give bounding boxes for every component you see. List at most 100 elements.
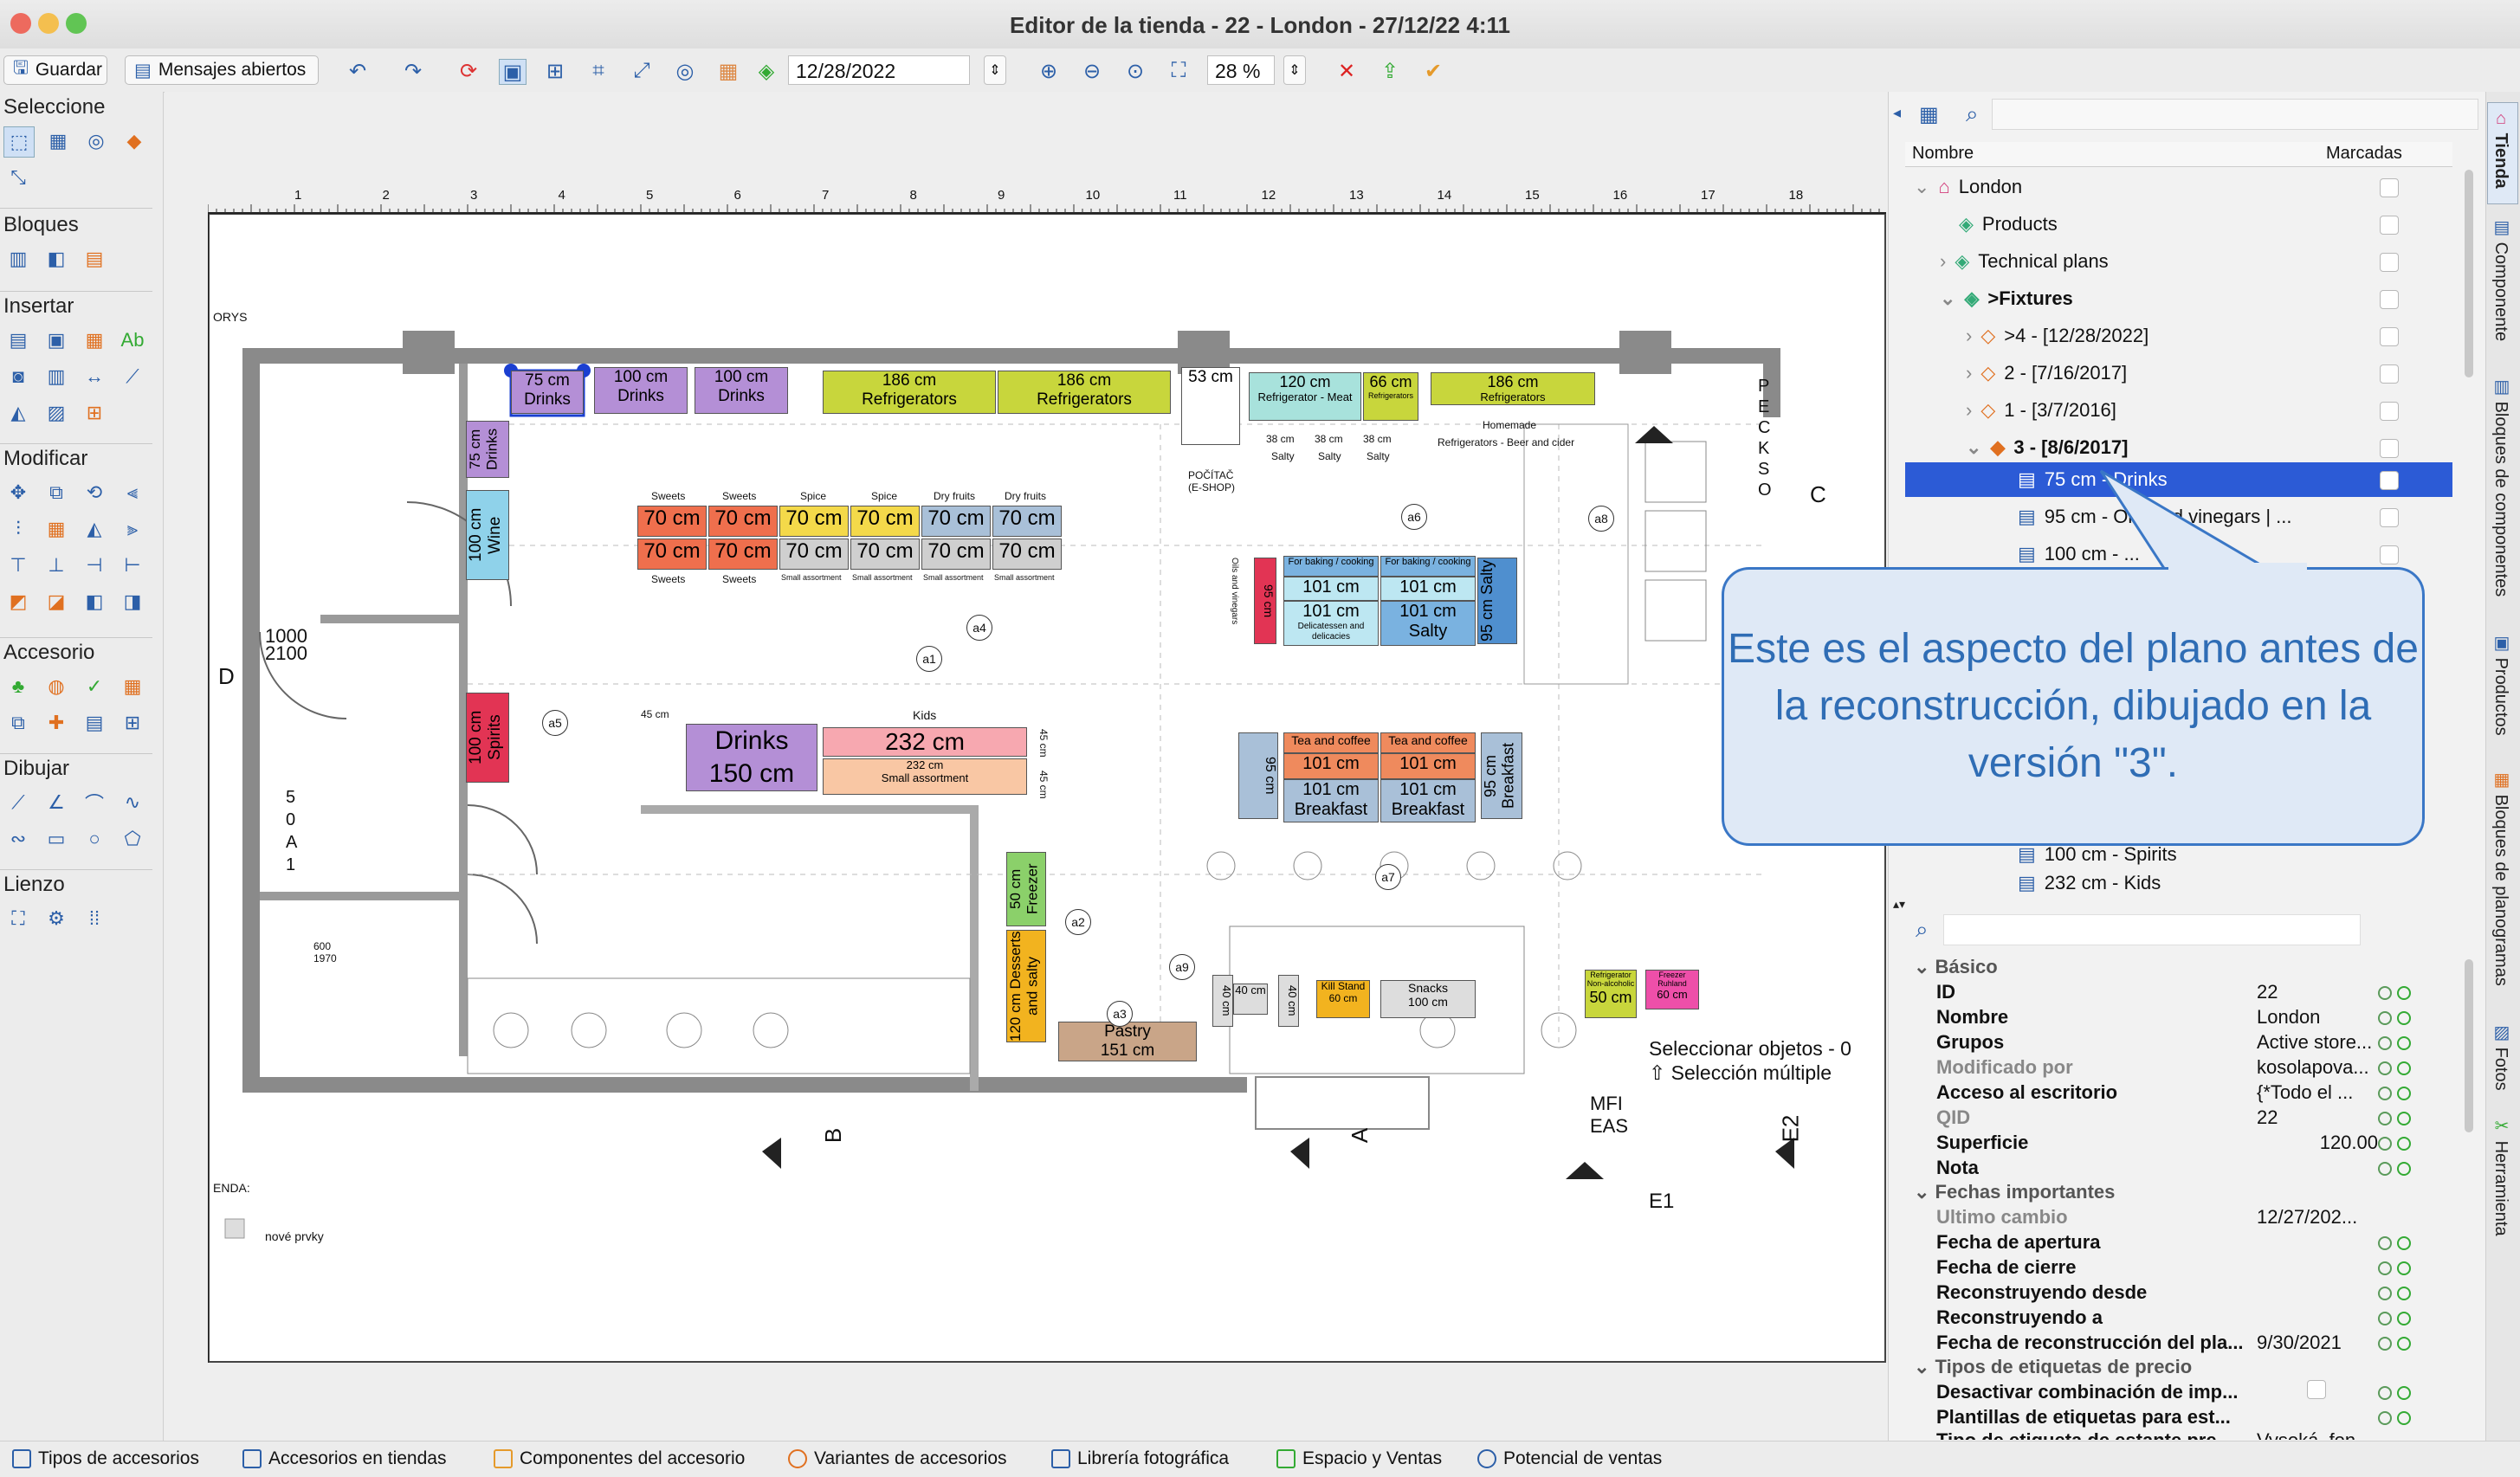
prop-actions[interactable] [2378, 1031, 2430, 1055]
island-cell[interactable]: 70 cm [708, 506, 778, 537]
prop-row[interactable]: Fecha de cierre [1936, 1256, 2434, 1280]
side-tab-tool[interactable]: ✂ Herramienta [2491, 1115, 2511, 1236]
arrange-icon[interactable]: ▦ [42, 514, 71, 544]
fixture-232cm-small-assortment[interactable]: 232 cm Small assortment [823, 758, 1027, 795]
accessory-tree-icon[interactable]: ♣ [3, 672, 33, 701]
check-icon[interactable]: ✔ [1420, 59, 1446, 83]
island-cell[interactable]: 70 cm [921, 506, 991, 537]
export-icon[interactable]: ⇪ [1377, 59, 1403, 83]
baking-shelf[interactable]: 101 cm [1283, 577, 1379, 601]
zoom-field[interactable]: 28 % [1207, 55, 1275, 85]
prop-row[interactable]: Reconstruyendo a [1936, 1306, 2434, 1331]
baking-shelf[interactable]: For baking / cooking [1283, 556, 1379, 577]
align-bottom-icon[interactable]: ⊢ [118, 551, 147, 580]
tree-row-version-1[interactable]: › ◇ 1 - [3/7/2016] [1966, 393, 2116, 428]
tab-fixture-variants[interactable]: Variantes de accesorios [788, 1444, 1007, 1474]
island-cell[interactable]: 70 cm [637, 506, 707, 537]
insert-fixture-icon[interactable]: ▤ [3, 326, 33, 355]
side-tab-photos[interactable]: ▨ Fotos [2491, 1022, 2511, 1091]
move-icon[interactable]: ✥ [3, 478, 33, 507]
snap-icon[interactable]: ⌗ [585, 59, 611, 83]
insert-line-icon[interactable]: ⟋ [118, 362, 147, 391]
collapse-arrow-icon[interactable]: ◂ [1893, 104, 1912, 123]
tree-row-version-3[interactable]: ⌄ ◆ 3 - [8/6/2017] [1966, 430, 2128, 465]
canvas-size-icon[interactable]: ⛶ [3, 904, 33, 933]
panel-splitter[interactable]: ▴▾ [1893, 897, 2482, 911]
canvas-grid-icon[interactable]: ⁞⁞ [80, 904, 109, 933]
prop-row[interactable]: Nota [1936, 1157, 2434, 1181]
side-tab-planogram-blocks[interactable]: ▦ Bloques de planogramas [2491, 769, 2511, 986]
side-tab-products[interactable]: ▣ Productos [2491, 632, 2511, 736]
fixture-53cm[interactable]: 53 cm [1181, 367, 1240, 445]
align-left-icon[interactable]: ⫷ [118, 478, 147, 507]
baking-shelf[interactable]: 101 cm [1380, 577, 1476, 601]
tree-row-232cm-kids[interactable]: ▤ 232 cm - Kids [2018, 872, 2161, 894]
accessory-ring-icon[interactable]: ◍ [42, 672, 71, 701]
accessory-table-icon[interactable]: ⊞ [118, 708, 147, 738]
ungroup-icon[interactable]: ◪ [42, 587, 71, 616]
mark-checkbox[interactable] [2380, 508, 2399, 527]
island-cell[interactable]: 70 cm [779, 506, 849, 537]
select-arrow-icon[interactable]: ⬚ [3, 126, 35, 158]
island-cell[interactable]: 70 cm [850, 506, 920, 537]
fixture-186cm-refrigerators-3[interactable]: 186 cm Refrigerators [1431, 372, 1595, 405]
undo-icon[interactable]: ↶ [345, 59, 371, 83]
tea-shelf[interactable]: 101 cm [1283, 753, 1379, 779]
draw-rectangle-icon[interactable]: ▭ [42, 824, 71, 854]
block-group-icon[interactable]: ▤ [80, 244, 109, 274]
group-icon[interactable]: ◩ [3, 587, 33, 616]
rotate-icon[interactable]: ⟲ [80, 478, 109, 507]
mark-checkbox[interactable] [2380, 327, 2399, 346]
island-cell[interactable]: 70 cm [992, 539, 1062, 570]
prop-actions[interactable] [2378, 1256, 2430, 1280]
distribute-icon[interactable]: ⫶ [3, 514, 33, 544]
drugstore-fixture[interactable]: 40 cm [1233, 984, 1268, 1015]
prop-row[interactable]: ID 22 [1936, 981, 2434, 1005]
island-cell[interactable]: 70 cm [921, 539, 991, 570]
property-scrollbar[interactable] [2465, 959, 2473, 1132]
property-search-icon[interactable]: ⌕ [1916, 916, 1940, 942]
prop-row[interactable]: Ultimo cambio 12/27/202... [1936, 1206, 2434, 1230]
end-cap-jams[interactable]: 95 cm [1238, 732, 1278, 819]
breakfast-shelf[interactable]: 101 cm Breakfast [1283, 779, 1379, 822]
fixture-100cm-wine[interactable]: 100 cm Wine [466, 490, 509, 580]
zoom-fit-icon[interactable]: ⊙ [1122, 59, 1148, 83]
zoom-out-icon[interactable]: ⊖ [1079, 59, 1105, 83]
drugstore-fixture[interactable]: 40 cm [1212, 975, 1233, 1027]
refresh-icon[interactable]: ⟳ [456, 59, 481, 83]
zoom-in-icon[interactable]: ⊕ [1036, 59, 1062, 83]
open-messages-button[interactable]: ▤ Mensajes abiertos [125, 55, 319, 85]
tree-row-fixtures[interactable]: ⌄ ◈ >Fixtures [1940, 281, 2073, 316]
fixture-151cm-pastry[interactable]: Pastry 151 cm [1058, 1022, 1197, 1061]
select-layer-icon[interactable]: ◆ [120, 126, 149, 156]
insert-shelf-icon[interactable]: ▦ [80, 326, 109, 355]
prop-actions[interactable] [2378, 1381, 2430, 1405]
align-middle-icon[interactable]: ⊥ [42, 551, 71, 580]
tree-row-products[interactable]: ◈ Products [1959, 207, 2058, 242]
select-target-icon[interactable]: ◎ [81, 126, 111, 156]
prop-row[interactable]: Plantillas de etiquetas para est... [1936, 1406, 2434, 1430]
island-cell[interactable]: 70 cm [779, 539, 849, 570]
prop-row[interactable]: Nombre London [1936, 1006, 2434, 1030]
accessory-link-icon[interactable]: ⧉ [3, 708, 33, 738]
fixture-150cm-drinks[interactable]: Drinks 150 cm [686, 724, 817, 791]
prop-actions[interactable] [2378, 1056, 2430, 1080]
fixture-100cm-drinks[interactable]: 100 cm Drinks [594, 367, 688, 414]
select-box-icon[interactable]: ▦ [43, 126, 73, 156]
prop-group-basic[interactable]: ⌄ Básico [1914, 956, 1998, 978]
tab-fixtures-in-stores[interactable]: Accesorios en tiendas [242, 1444, 446, 1474]
align-top-icon[interactable]: ⊤ [3, 551, 33, 580]
mark-checkbox[interactable] [2380, 290, 2399, 309]
target-icon[interactable]: ◎ [672, 59, 698, 83]
draw-polygon-icon[interactable]: ⬠ [118, 824, 147, 854]
drugstore-fixture[interactable]: 40 cm [1278, 975, 1299, 1027]
prop-row[interactable]: Fecha de reconstrucción del pla... 9/30/2… [1936, 1332, 2434, 1356]
snacks-fixture[interactable]: Snacks 100 cm [1380, 980, 1476, 1018]
prop-actions[interactable] [2378, 1206, 2430, 1230]
island-cell[interactable]: 70 cm [850, 539, 920, 570]
prop-actions[interactable] [2378, 1157, 2430, 1181]
prop-actions[interactable] [2378, 1081, 2430, 1106]
draw-polyline-icon[interactable]: ∠ [42, 788, 71, 817]
mark-checkbox[interactable] [2380, 364, 2399, 384]
tab-space-and-sales[interactable]: Espacio y Ventas [1276, 1444, 1442, 1474]
